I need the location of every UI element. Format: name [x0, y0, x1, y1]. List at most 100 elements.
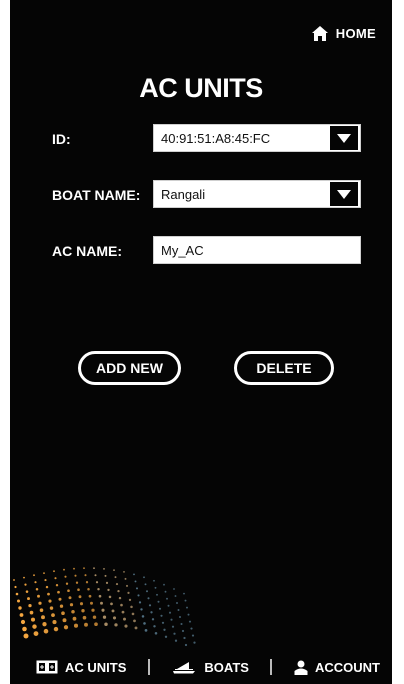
decorative-dot: [38, 601, 42, 605]
decorative-dot: [95, 581, 99, 584]
decorative-dot: [115, 583, 119, 586]
decorative-dot: [168, 611, 172, 614]
ac-unit-icon: [36, 660, 58, 674]
boat-name-label: BOAT NAME:: [52, 187, 141, 203]
decorative-dot: [74, 574, 77, 577]
decorative-dot: [104, 622, 108, 626]
decorative-dot: [94, 574, 97, 577]
decorative-dot: [54, 577, 57, 580]
decorative-dot: [177, 609, 180, 611]
boat-name-select[interactable]: Rangali: [153, 180, 361, 208]
id-value: 40:91:51:A8:45:FC: [161, 130, 271, 146]
decorative-dot: [84, 622, 88, 627]
decorative-dot: [25, 590, 29, 593]
decorative-dot: [13, 579, 15, 581]
decorative-dot: [110, 602, 113, 606]
tab-boats-label: BOATS: [204, 659, 249, 675]
decorative-dot: [108, 595, 112, 599]
decorative-dot: [90, 601, 93, 605]
decorative-dot: [167, 604, 170, 607]
decorative-dot: [191, 634, 195, 637]
tab-account[interactable]: ACCOUNT: [294, 660, 380, 675]
decorative-dot: [120, 603, 123, 607]
decorative-dot: [42, 622, 47, 627]
decorative-dot: [55, 583, 59, 587]
decorative-dot: [63, 625, 69, 630]
id-dropdown-button[interactable]: [330, 126, 358, 150]
decorative-dot: [27, 597, 30, 601]
decorative-dot: [174, 595, 177, 597]
ac-name-field[interactable]: [153, 236, 361, 264]
boat-icon: [173, 662, 196, 674]
decorative-dot: [63, 568, 65, 571]
decorative-dot: [24, 583, 27, 586]
decorative-dot: [67, 589, 70, 593]
decorative-dot: [93, 567, 95, 570]
decorative-dot: [183, 636, 186, 640]
decorative-dot: [127, 591, 130, 595]
decorative-dot: [29, 610, 34, 615]
id-select[interactable]: 40:91:51:A8:45:FC: [153, 124, 361, 152]
decorative-dot: [34, 581, 37, 584]
delete-label: DELETE: [256, 360, 312, 376]
decorative-dot: [91, 608, 95, 612]
decorative-dot: [123, 617, 126, 621]
decorative-dot: [140, 608, 143, 611]
decorative-dot: [173, 632, 176, 635]
home-icon: [311, 26, 328, 41]
decorative-dot: [144, 629, 148, 632]
decorative-dot: [128, 598, 132, 602]
decorative-dot: [19, 613, 24, 617]
decorative-dot: [124, 624, 128, 628]
decorative-dot: [39, 608, 44, 612]
decorative-dot: [166, 597, 168, 600]
home-button[interactable]: HOME: [311, 25, 376, 42]
app-screen: HOME AC UNITS ID: 40:91:51:A8:45:FC BOAT…: [10, 0, 392, 684]
decorative-dot: [53, 570, 55, 573]
ac-name-input[interactable]: [154, 237, 360, 263]
decorative-dot: [23, 633, 29, 639]
decorative-dot: [73, 623, 79, 628]
id-label: ID:: [52, 131, 71, 147]
decorative-dot: [173, 588, 175, 590]
decorative-dot: [176, 602, 178, 604]
decorative-dot: [78, 595, 82, 599]
decorative-dot: [123, 571, 125, 573]
decorative-dot: [33, 574, 35, 577]
decorative-dot: [62, 618, 67, 623]
tab-ac-units[interactable]: AC UNITS: [36, 660, 126, 675]
decorative-dot: [51, 613, 55, 617]
decorative-dot: [164, 635, 168, 638]
decorative-dot: [148, 604, 152, 607]
decorative-dot: [30, 617, 36, 622]
add-new-button[interactable]: ADD NEW: [78, 351, 181, 385]
tab-divider: [147, 659, 150, 675]
decorative-dot: [174, 639, 178, 642]
decorative-dot: [44, 579, 47, 582]
chevron-down-icon: [337, 133, 351, 143]
decorative-dot: [61, 611, 65, 616]
home-label: HOME: [335, 26, 376, 41]
decorative-dot: [45, 585, 49, 589]
tab-account-label: ACCOUNT: [315, 659, 380, 675]
decorative-dot: [75, 581, 79, 584]
delete-button[interactable]: DELETE: [234, 351, 334, 385]
decorative-dot: [71, 609, 75, 614]
decorative-dot: [178, 615, 182, 619]
decorative-dot: [156, 593, 158, 596]
decorative-dot: [161, 621, 165, 624]
tab-boats[interactable]: BOATS: [171, 660, 249, 675]
add-new-label: ADD NEW: [96, 360, 163, 376]
decorative-dot: [184, 643, 188, 647]
decorative-dot: [124, 577, 127, 580]
decorative-dot: [154, 586, 157, 589]
boat-name-dropdown-button[interactable]: [330, 182, 358, 206]
decorative-dot: [20, 619, 26, 625]
decorative-dot: [69, 603, 74, 607]
decorative-dot: [137, 594, 140, 597]
decorative-dot-pattern: [13, 567, 196, 647]
decorative-dot: [14, 585, 17, 589]
decorative-dot: [170, 618, 173, 621]
decorative-dot: [87, 587, 90, 591]
decorative-dot: [107, 588, 110, 592]
